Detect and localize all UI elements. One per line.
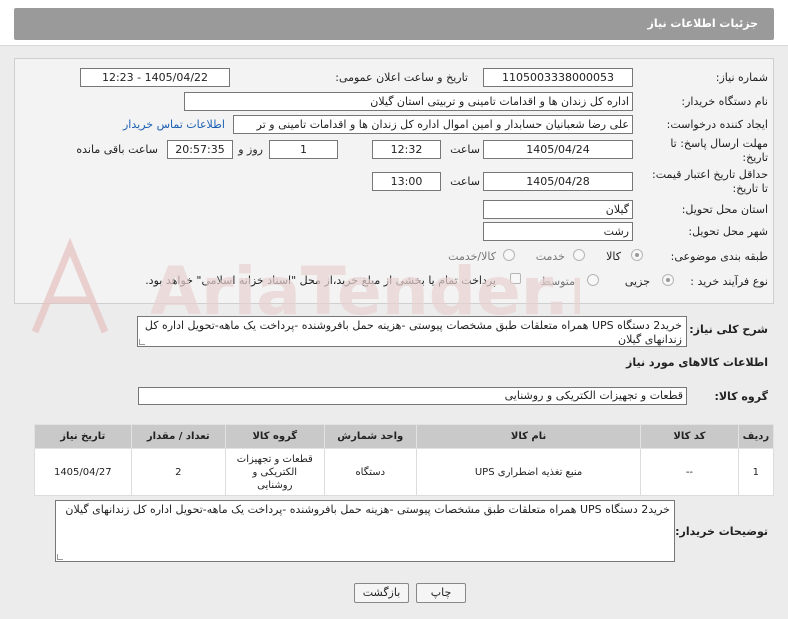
need-number-label: شماره نیاز: (715, 71, 768, 84)
buyer-notes-text: خرید2 دستگاه UPS همراه متعلقات طبق مشخصا… (65, 503, 670, 516)
col-header-row: ردیف (737, 424, 775, 449)
col-header-date: تاریخ نیاز (34, 424, 132, 449)
general-desc-label: شرح کلی نیاز: (689, 323, 768, 336)
col-header-qty: تعداد / مقدار (130, 424, 227, 449)
process-radio-minor[interactable] (662, 274, 674, 286)
page-title: جزئیات اطلاعات نیاز (647, 17, 759, 30)
need-number-field[interactable]: 1105003338000053 (483, 68, 633, 87)
col-header-code: کد کالا (640, 424, 739, 449)
header-bar: جزئیات اطلاعات نیاز (14, 8, 774, 40)
announce-label: تاریخ و ساعت اعلان عمومی: (335, 71, 468, 84)
process-label: نوع فرآیند خرید : (690, 275, 768, 288)
creator-label: ایجاد کننده درخواست: (666, 118, 768, 131)
col-header-name: نام کالا (415, 424, 642, 449)
validity-date-field[interactable]: 1405/04/28 (483, 172, 633, 191)
category-radio-goods-service[interactable] (503, 249, 515, 261)
buyer-label: نام دستگاه خریدار: (681, 95, 768, 108)
process-option-minor: جزیی (624, 275, 650, 288)
buyer-contact-link[interactable]: اطلاعات تماس خریدار (123, 118, 225, 131)
deadline-label-date: تاریخ: (742, 151, 768, 164)
goods-info-title: اطلاعات کالاهای مورد نیاز (626, 356, 768, 369)
buyer-field[interactable]: اداره کل زندان ها و اقدامات تامینی و ترب… (184, 92, 633, 111)
province-field[interactable]: گیلان (483, 200, 633, 219)
validity-time-field[interactable]: 13:00 (372, 172, 441, 191)
cell-row: 1 (737, 448, 775, 496)
resize-handle-icon[interactable] (57, 554, 63, 560)
col-header-group: گروه کالا (225, 424, 325, 449)
days-label: روز و (238, 143, 263, 156)
deadline-time-field[interactable]: 12:32 (372, 140, 441, 159)
general-desc-field[interactable]: خرید2 دستگاه UPS همراه متعلقات طبق مشخصا… (137, 316, 687, 347)
city-field[interactable]: رشت (483, 222, 633, 241)
goods-table: ردیف کد کالا نام کالا واحد شمارش گروه کا… (34, 424, 775, 496)
table-header-row: ردیف کد کالا نام کالا واحد شمارش گروه کا… (34, 424, 775, 449)
remaining-time-field[interactable]: 20:57:35 (167, 140, 233, 159)
cell-name: منبع تغذیه اضطراری UPS (415, 448, 642, 496)
goods-group-field[interactable]: قطعات و تجهیزات الکتریکی و روشنایی (138, 387, 687, 405)
process-radio-medium[interactable] (587, 274, 599, 286)
back-button[interactable]: بازگشت (354, 583, 409, 603)
validity-time-label: ساعت (450, 175, 480, 188)
deadline-date-field[interactable]: 1405/04/24 (483, 140, 633, 159)
category-option-goods-service: کالا/خدمت (448, 250, 496, 263)
payment-note: پرداخت تمام یا بخشی از مبلغ خرید،از محل … (145, 274, 496, 287)
validity-label-date: تا تاریخ: (732, 182, 768, 195)
creator-field[interactable]: علی رضا شعبانیان حسابدار و امین اموال اد… (233, 115, 633, 134)
city-label: شهر محل تحویل: (688, 225, 768, 238)
print-button[interactable]: چاپ (416, 583, 466, 603)
deadline-time-label: ساعت (450, 143, 480, 156)
cell-code: -- (640, 448, 739, 496)
page-header: جزئیات اطلاعات نیاز (0, 0, 788, 46)
table-row[interactable]: 1 -- منبع تغذیه اضطراری UPS دستگاه قطعات… (34, 448, 775, 496)
days-field[interactable]: 1 (269, 140, 338, 159)
category-label: طبقه بندی موضوعی: (670, 250, 768, 263)
cell-unit: دستگاه (323, 448, 417, 496)
category-option-goods: کالا (606, 250, 621, 263)
remaining-label: ساعت باقی مانده (76, 143, 158, 156)
cell-group: قطعات و تجهیزات الکتریکی و روشنایی (225, 448, 325, 496)
category-radio-goods[interactable] (631, 249, 643, 261)
cell-date: 1405/04/27 (34, 448, 132, 496)
buyer-notes-label: توضیحات خریدار: (675, 525, 768, 538)
general-desc-text: خرید2 دستگاه UPS همراه متعلقات طبق مشخصا… (144, 319, 682, 346)
validity-label: حداقل تاریخ اعتبار قیمت: (652, 168, 768, 181)
process-option-medium: متوسط (540, 275, 575, 288)
buyer-notes-field[interactable]: خرید2 دستگاه UPS همراه متعلقات طبق مشخصا… (55, 500, 675, 562)
treasury-checkbox[interactable] (510, 273, 521, 284)
deadline-label: مهلت ارسال پاسخ: تا (670, 137, 768, 150)
cell-qty: 2 (130, 448, 227, 496)
province-label: استان محل تحویل: (681, 203, 768, 216)
category-radio-service[interactable] (573, 249, 585, 261)
announce-datetime-field[interactable]: 1405/04/22 - 12:23 (80, 68, 230, 87)
resize-handle-icon[interactable] (139, 339, 145, 345)
goods-group-label: گروه کالا: (714, 390, 768, 403)
col-header-unit: واحد شمارش (323, 424, 417, 449)
category-option-service: خدمت (535, 250, 565, 263)
